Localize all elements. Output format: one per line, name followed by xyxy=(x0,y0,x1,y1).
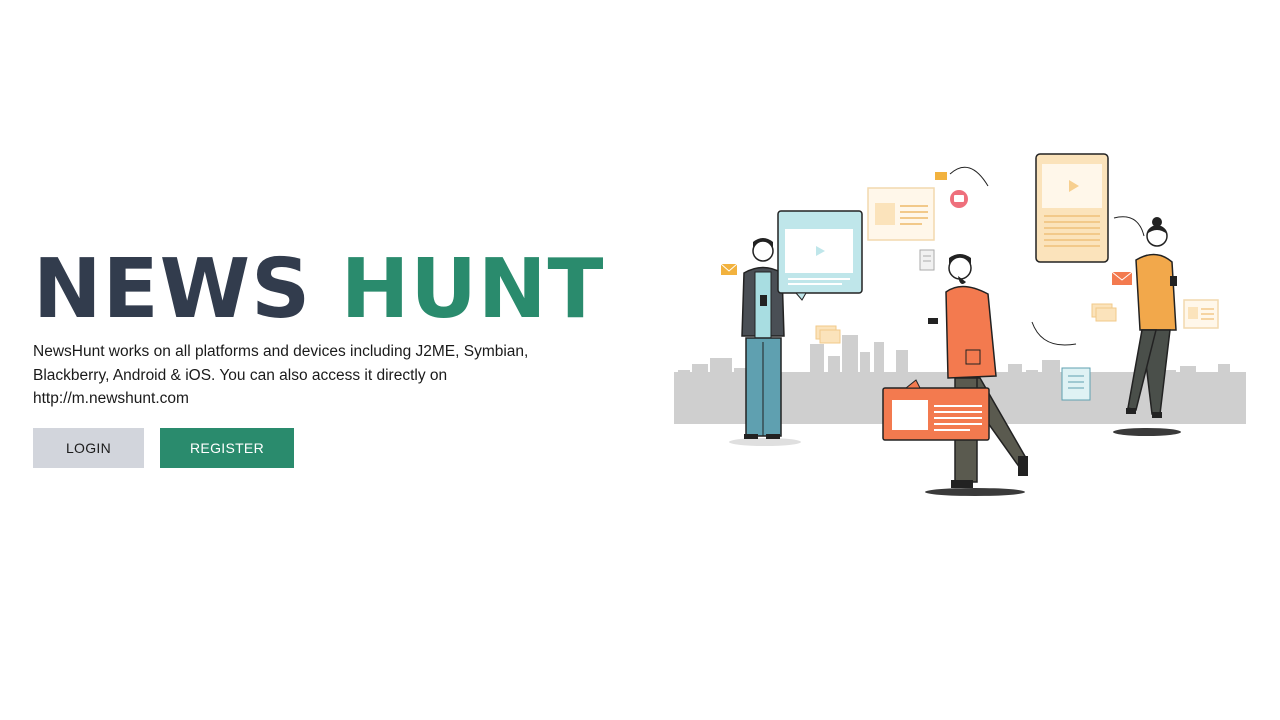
hero-illustration xyxy=(674,153,1246,496)
chat-bubble-icon xyxy=(950,190,968,208)
hero-section: NEWS HUNT NewsHunt works on all platform… xyxy=(33,246,633,468)
video-bubble-teal xyxy=(777,210,863,301)
video-card-cream xyxy=(1035,153,1109,263)
action-buttons: LOGIN REGISTER xyxy=(33,427,633,468)
article-card-icon xyxy=(867,187,935,241)
brand-title-hunt: HUNT xyxy=(340,242,605,337)
brand-title: NEWS HUNT xyxy=(33,246,633,334)
register-button[interactable]: REGISTER xyxy=(160,427,294,468)
brand-title-news: NEWS xyxy=(33,242,312,337)
hero-description: NewsHunt works on all platforms and devi… xyxy=(33,343,529,407)
article-card-icon xyxy=(1183,299,1219,329)
message-box-orange xyxy=(882,379,990,441)
login-button[interactable]: LOGIN xyxy=(33,427,144,468)
